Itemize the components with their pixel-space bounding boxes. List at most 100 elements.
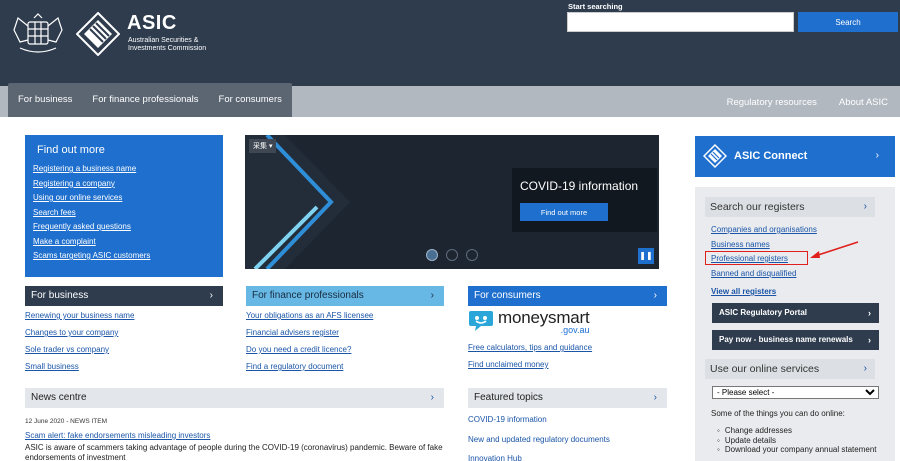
link-make-complaint[interactable]: Make a complaint — [33, 235, 215, 250]
for-business-header[interactable]: For business › — [25, 286, 223, 306]
nav-tab-consumers[interactable]: For consumers — [209, 83, 292, 117]
nav-audience-group: For business For finance professionals F… — [8, 83, 292, 117]
online-services-intro: Some of the things you can do online: — [711, 409, 845, 418]
carousel-dot-1[interactable] — [426, 249, 438, 261]
for-finance-links: Your obligations as an AFS licensee Fina… — [246, 307, 373, 375]
link-credit-licence[interactable]: Do you need a credit licence? — [246, 341, 373, 358]
news-meta: 12 June 2020 - NEWS ITEM — [25, 418, 108, 425]
featured-topics-title: Featured topics — [474, 392, 543, 403]
chevron-right-icon: › — [875, 150, 879, 161]
pay-now-button[interactable]: Pay now - business name renewals › — [712, 330, 879, 350]
carousel-chip[interactable]: 采集 ▾ — [249, 139, 277, 153]
link-online-services[interactable]: Using our online services — [33, 191, 215, 206]
chevron-right-icon: › — [430, 290, 434, 301]
list-item: Download your company annual statement — [717, 445, 877, 455]
chevron-right-icon: › — [863, 201, 867, 212]
nav-tab-finance-professionals[interactable]: For finance professionals — [82, 83, 208, 117]
chevron-right-icon: › — [653, 392, 657, 403]
nav-tab-regulatory-resources[interactable]: Regulatory resources — [721, 86, 823, 117]
chevron-right-icon: › — [868, 308, 871, 318]
hero-carousel: 采集 ▾ COVID-19 information Find out more … — [245, 135, 659, 269]
asic-connect-label: ASIC Connect — [734, 150, 808, 162]
regulatory-portal-label: ASIC Regulatory Portal — [719, 308, 808, 317]
carousel-caption: COVID-19 information Find out more — [512, 168, 657, 232]
sidebar-panel: Search our registers › Companies and org… — [695, 187, 895, 461]
annotation-highlight-box — [705, 251, 808, 265]
coat-of-arms-icon — [13, 13, 63, 53]
for-business-title: For business — [31, 290, 89, 301]
asic-logo-icon — [76, 12, 120, 56]
for-finance-header[interactable]: For finance professionals › — [246, 286, 444, 306]
regulatory-portal-button[interactable]: ASIC Regulatory Portal › — [712, 303, 879, 323]
news-centre-header[interactable]: News centre › — [25, 388, 444, 408]
carousel-dot-3[interactable] — [466, 249, 478, 261]
news-centre-title: News centre — [31, 392, 87, 403]
chevron-down-icon: ▾ — [268, 143, 273, 150]
link-afs-obligations[interactable]: Your obligations as an AFS licensee — [246, 307, 373, 324]
online-services-select[interactable]: - Please select - — [712, 386, 879, 399]
carousel-dot-2[interactable] — [446, 249, 458, 261]
link-business-names[interactable]: Business names — [711, 238, 817, 253]
link-innovation-hub[interactable]: Innovation Hub — [468, 449, 610, 461]
link-companies-organisations[interactable]: Companies and organisations — [711, 223, 817, 238]
link-view-all-registers[interactable]: View all registers — [711, 285, 817, 300]
moneysmart-speech-icon — [469, 311, 493, 331]
online-services-header[interactable]: Use our online services › — [705, 359, 875, 379]
moneysmart-domain: .gov.au — [560, 325, 590, 335]
asic-connect-button[interactable]: ASIC Connect › — [695, 136, 895, 177]
chevron-right-icon: › — [653, 290, 657, 301]
link-faq[interactable]: Frequently asked questions — [33, 220, 215, 235]
news-headline-link[interactable]: Scam alert: fake endorsements misleading… — [25, 431, 210, 440]
link-renewing-business-name[interactable]: Renewing your business name — [25, 307, 134, 324]
link-registering-company[interactable]: Registering a company — [33, 177, 215, 192]
chevron-right-icon: › — [863, 363, 867, 374]
nav-tab-business[interactable]: For business — [8, 83, 82, 117]
list-item: Change addresses — [717, 426, 877, 436]
link-registering-business-name[interactable]: Registering a business name — [33, 162, 215, 177]
for-consumers-links: Free calculators, tips and guidance Find… — [468, 339, 592, 373]
search-registers-title: Search our registers — [710, 201, 805, 213]
link-small-business[interactable]: Small business — [25, 358, 134, 375]
for-business-links: Renewing your business name Changes to y… — [25, 307, 134, 375]
find-out-more-panel: Find out more Registering a business nam… — [25, 135, 223, 277]
nav-tab-about-asic[interactable]: About ASIC — [833, 86, 894, 117]
chevron-right-icon: › — [209, 290, 213, 301]
search-registers-header[interactable]: Search our registers › — [705, 197, 875, 217]
list-item: Update details — [717, 436, 877, 446]
annotation-arrow-icon — [810, 241, 859, 258]
featured-topics-header[interactable]: Featured topics › — [468, 388, 667, 408]
link-regulatory-document[interactable]: Find a regulatory document — [246, 358, 373, 375]
online-services-title: Use our online services — [710, 363, 820, 375]
link-regulatory-documents[interactable]: New and updated regulatory documents — [468, 430, 610, 450]
moneysmart-logo[interactable]: moneysmart .gov.au — [468, 309, 590, 335]
logo-title: ASIC — [127, 12, 177, 34]
search-input[interactable] — [567, 12, 794, 32]
logo-subtitle: Australian Securities & Investments Comm… — [128, 37, 207, 52]
chevron-right-icon: › — [430, 392, 434, 403]
link-sole-trader[interactable]: Sole trader vs company — [25, 341, 134, 358]
nav-right-group: Regulatory resources About ASIC — [711, 86, 894, 117]
news-body: ASIC is aware of scammers taking advanta… — [25, 443, 443, 461]
search-button[interactable]: Search — [798, 12, 898, 32]
search-label: Start searching — [568, 2, 623, 11]
pay-now-label: Pay now - business name renewals — [719, 335, 853, 344]
chevron-right-icon: › — [868, 335, 871, 345]
for-finance-title: For finance professionals — [252, 290, 364, 301]
pause-icon[interactable]: ❚❚ — [638, 248, 654, 264]
link-financial-advisers-register[interactable]: Financial advisers register — [246, 324, 373, 341]
find-out-more-links: Registering a business name Registering … — [33, 162, 215, 264]
link-changes-company[interactable]: Changes to your company — [25, 324, 134, 341]
featured-topics-links: COVID-19 information New and updated reg… — [468, 410, 610, 461]
link-search-fees[interactable]: Search fees — [33, 206, 215, 221]
link-covid-info[interactable]: COVID-19 information — [468, 410, 610, 430]
find-out-more-button[interactable]: Find out more — [520, 203, 608, 221]
link-scams[interactable]: Scams targeting ASIC customers — [33, 249, 215, 264]
link-banned-disqualified[interactable]: Banned and disqualified — [711, 267, 817, 282]
asic-logo-icon — [703, 144, 727, 168]
link-unclaimed-money[interactable]: Find unclaimed money — [468, 356, 592, 373]
carousel-title: COVID-19 information — [520, 179, 639, 193]
link-free-calculators[interactable]: Free calculators, tips and guidance — [468, 339, 592, 356]
chip-label: 采集 — [253, 143, 267, 150]
online-services-list: Change addresses Update details Download… — [717, 426, 877, 455]
for-consumers-header[interactable]: For consumers › — [468, 286, 667, 306]
